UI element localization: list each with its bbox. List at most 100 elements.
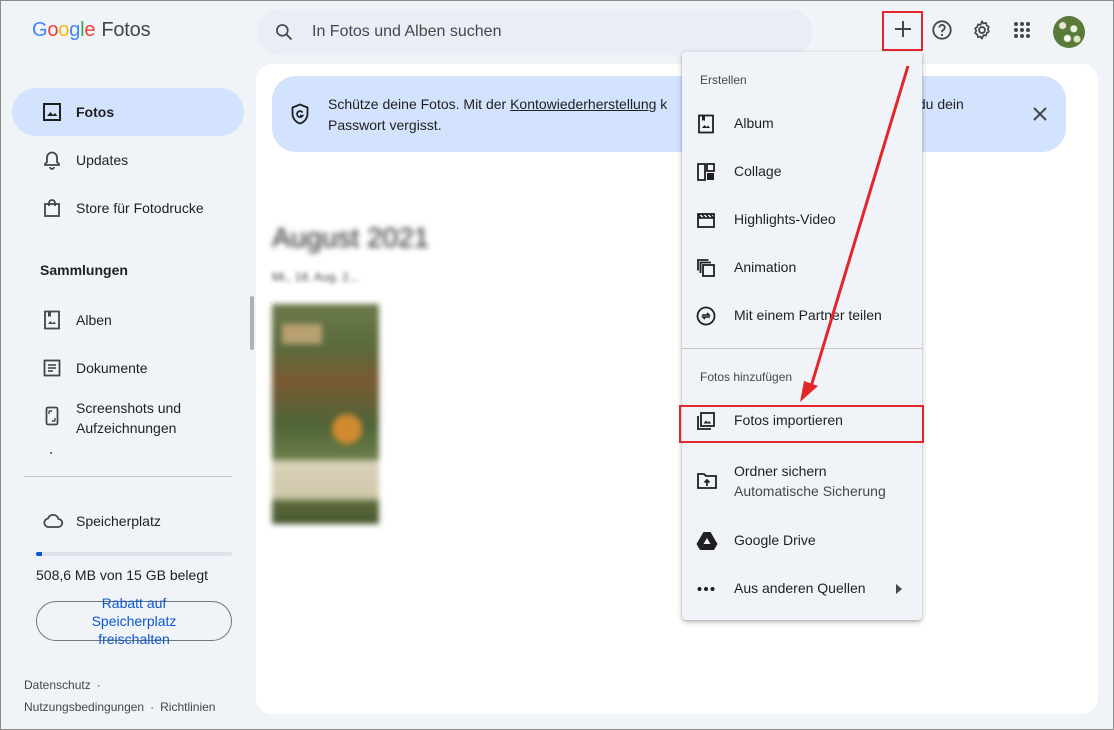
sidebar-item-screenshots[interactable]: Screenshots und Aufzeichnungen	[12, 392, 244, 448]
menu-item-backup-folder[interactable]: Ordner sichern Automatische Sicherung	[682, 447, 922, 511]
more-horizontal-icon	[696, 579, 716, 599]
logo-letter: o	[47, 19, 59, 41]
menu-item-label: Aus anderen Quellen	[734, 580, 866, 596]
menu-item-label: Animation	[734, 259, 797, 275]
sidebar: Fotos Updates Store für Fotodrucke Samml…	[0, 64, 256, 730]
shield-icon	[290, 103, 310, 130]
movie-icon	[696, 210, 716, 230]
policies-link[interactable]: Richtlinien	[160, 700, 215, 714]
logo-letter: e	[84, 19, 96, 41]
sidebar-item-label: Fotos	[76, 104, 115, 120]
storage-progress-bar	[36, 552, 232, 556]
sidebar-divider	[24, 476, 232, 477]
apps-grid-icon	[1012, 20, 1032, 45]
menu-item-label: Album	[734, 115, 774, 131]
sidebar-item-dokumente[interactable]: Dokumente	[12, 344, 244, 392]
google-photos-logo[interactable]: Google Fotos	[32, 19, 151, 42]
menu-heading-add: Fotos hinzufügen	[700, 370, 793, 384]
menu-item-highlights-video[interactable]: Highlights-Video	[682, 196, 922, 244]
main-content: Schütze deine Fotos. Mit der Kontowieder…	[256, 64, 1098, 714]
sidebar-item-label: Speicherplatz	[76, 513, 161, 529]
folder-upload-icon	[696, 471, 717, 491]
storage-used-text: 508,6 MB von 15 GB belegt	[36, 567, 208, 583]
menu-item-label: Collage	[734, 163, 782, 179]
menu-item-label: Ordner sichern	[734, 463, 827, 479]
apps-button[interactable]	[1002, 12, 1042, 52]
footer-separator: ·	[96, 678, 101, 692]
date-heading: August 2021	[272, 222, 430, 253]
menu-divider	[682, 348, 922, 349]
bell-icon	[42, 150, 62, 170]
logo-letter: o	[58, 19, 70, 41]
menu-item-collage[interactable]: Collage	[682, 148, 922, 196]
animation-icon	[696, 258, 716, 278]
thumbnail-detail	[282, 324, 322, 344]
top-bar: Google Fotos	[0, 0, 1114, 64]
phone-screenshot-icon	[42, 406, 62, 426]
create-menu: Erstellen Album Collage Highlights-Video…	[682, 52, 922, 620]
storage-discount-button[interactable]: Rabatt auf Speicherplatz freischalten	[36, 595, 232, 647]
submenu-arrow-icon	[894, 582, 904, 601]
photo-icon	[42, 102, 62, 122]
banner-text-mid: k	[656, 96, 668, 112]
menu-item-album[interactable]: Album	[682, 100, 922, 148]
footer-separator: ·	[150, 700, 155, 714]
close-icon[interactable]	[1030, 104, 1050, 129]
menu-item-sublabel: Automatische Sicherung	[734, 483, 886, 499]
menu-item-animation[interactable]: Animation	[682, 244, 922, 292]
avatar[interactable]	[1053, 16, 1085, 48]
footer-links: Datenschutz · Nutzungsbedingungen · Richtli…	[24, 674, 215, 718]
google-drive-icon	[696, 531, 718, 551]
sidebar-item-storage[interactable]: Speicherplatz	[12, 497, 244, 545]
sidebar-item-alben[interactable]: Alben	[12, 296, 244, 344]
terms-link[interactable]: Nutzungsbedingungen	[24, 700, 144, 714]
banner-text-start: Schütze deine Fotos. Mit der	[328, 96, 511, 112]
sidebar-item-label: Alben	[76, 312, 112, 328]
help-icon	[931, 19, 953, 46]
search-input[interactable]	[312, 21, 792, 43]
album-icon	[696, 114, 716, 134]
partner-share-icon	[696, 306, 716, 326]
sidebar-item-label: Store für Fotodrucke	[76, 200, 204, 216]
menu-item-other-sources[interactable]: Aus anderen Quellen	[682, 565, 922, 613]
menu-item-label: Mit einem Partner teilen	[734, 307, 882, 323]
create-button[interactable]	[882, 11, 923, 51]
help-button[interactable]	[922, 12, 962, 52]
collage-icon	[696, 162, 716, 182]
menu-item-label: Highlights-Video	[734, 211, 836, 227]
sidebar-item-label: Dokumente	[76, 360, 148, 376]
more-indicator	[50, 452, 52, 454]
sidebar-scrollbar[interactable]	[250, 296, 254, 350]
account-recovery-link[interactable]: Kontowiederherstellung	[510, 96, 656, 112]
document-icon	[42, 358, 62, 378]
collections-title: Sammlungen	[40, 262, 128, 278]
logo-letter: G	[32, 19, 48, 41]
album-icon	[42, 310, 62, 330]
storage-progress-fill	[36, 552, 43, 556]
logo-product-name: Fotos	[101, 19, 151, 41]
thumbnail-detail	[332, 414, 362, 444]
search-icon[interactable]	[274, 22, 294, 47]
menu-item-label: Google Drive	[734, 532, 816, 548]
date-subheading: Mi., 18. Aug. 2...	[272, 270, 359, 284]
photo-thumbnail[interactable]	[272, 304, 379, 524]
logo-letter: g	[69, 19, 81, 41]
sidebar-item-label: Screenshots und Aufzeichnungen	[76, 400, 182, 436]
menu-item-google-drive[interactable]: Google Drive	[682, 517, 922, 565]
sidebar-item-store[interactable]: Store für Fotodrucke	[12, 184, 244, 232]
cloud-icon	[42, 511, 64, 531]
privacy-link[interactable]: Datenschutz	[24, 678, 91, 692]
menu-heading-create: Erstellen	[700, 73, 747, 87]
sidebar-item-updates[interactable]: Updates	[12, 136, 244, 184]
gear-icon	[971, 19, 993, 46]
plus-icon	[893, 19, 913, 44]
settings-button[interactable]	[962, 12, 1002, 52]
sidebar-item-fotos[interactable]: Fotos	[12, 88, 244, 136]
menu-item-partner-share[interactable]: Mit einem Partner teilen	[682, 292, 922, 340]
search-bar[interactable]	[257, 9, 813, 55]
storage-discount-label: Rabatt auf Speicherplatz freischalten	[91, 595, 177, 647]
sidebar-item-label: Updates	[76, 152, 129, 168]
shopping-bag-icon	[42, 198, 62, 218]
import-highlight-box	[679, 405, 924, 443]
account-recovery-banner: Schütze deine Fotos. Mit der Kontowieder…	[272, 76, 1066, 152]
